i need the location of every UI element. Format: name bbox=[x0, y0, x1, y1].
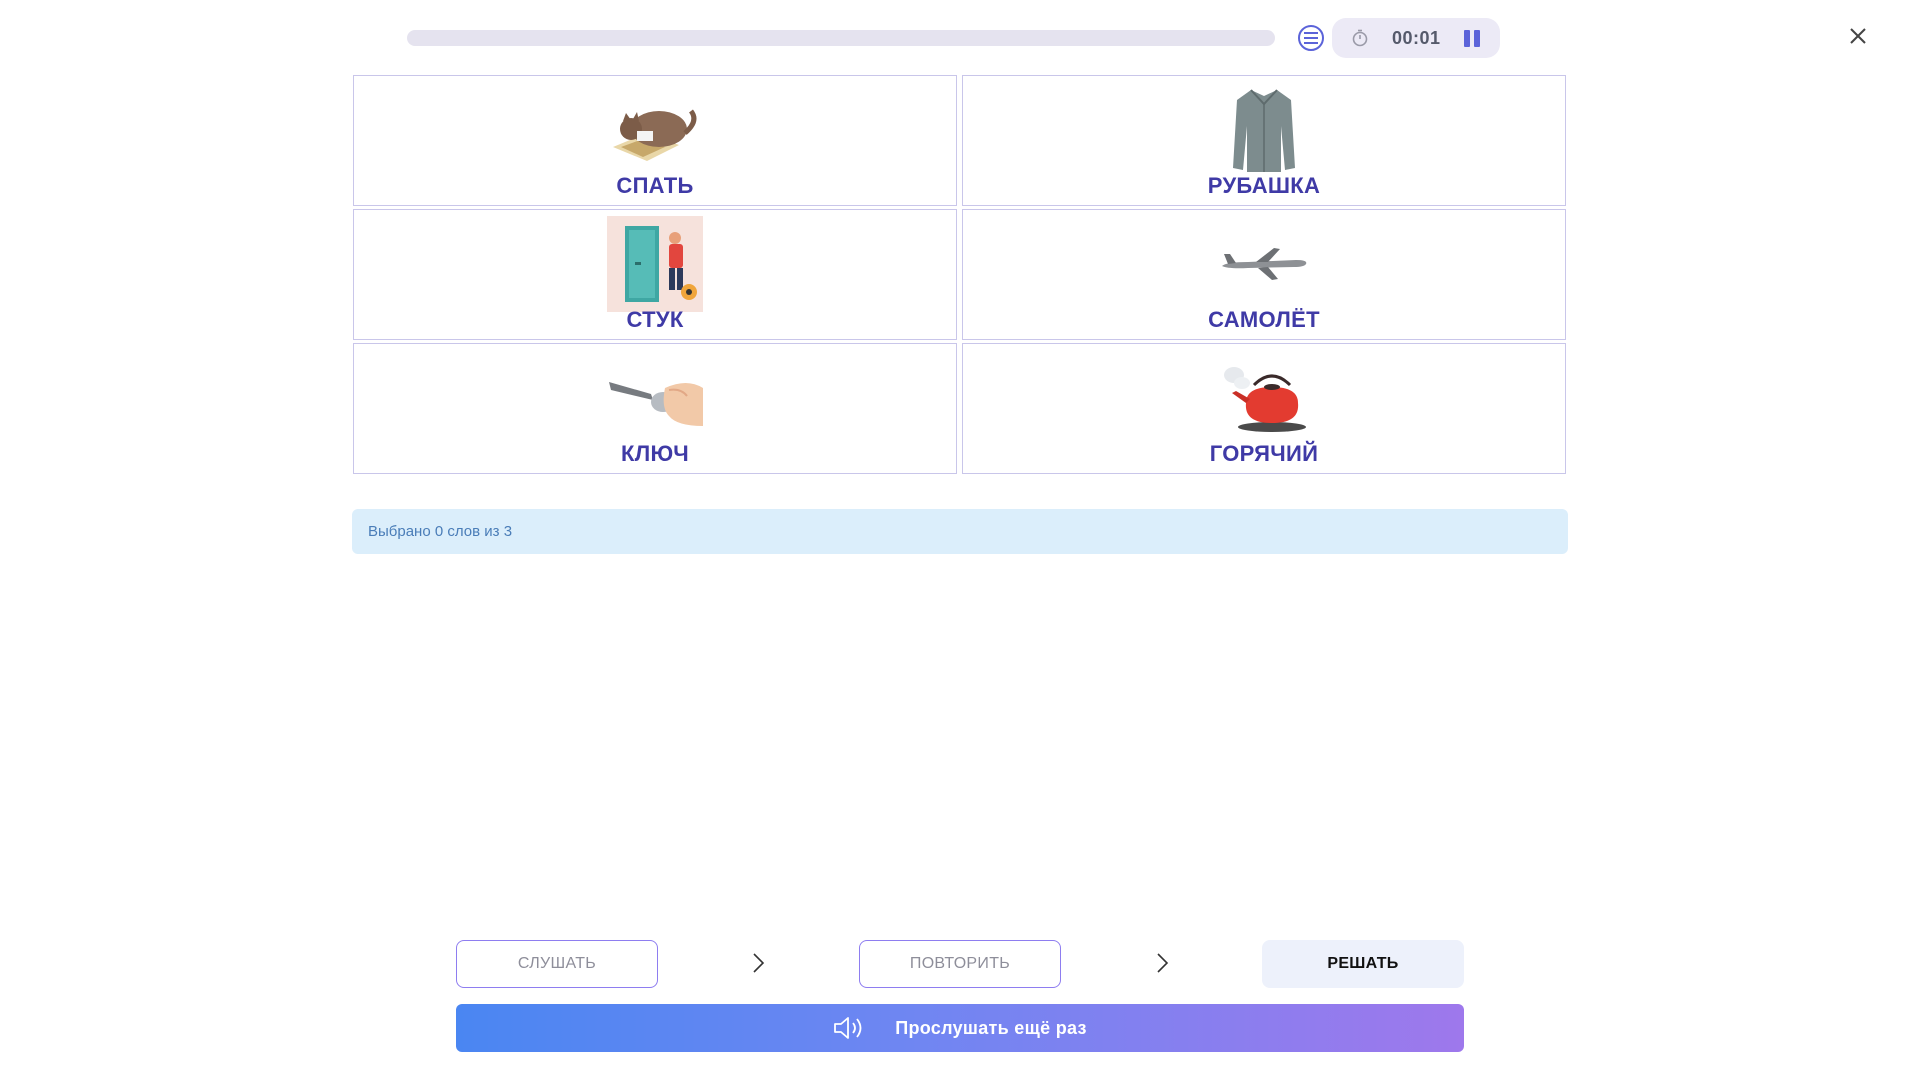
progress-bar bbox=[407, 30, 1275, 46]
listen-again-label: Прослушать ещё раз bbox=[895, 1017, 1087, 1038]
chevron-right-icon bbox=[753, 953, 765, 973]
word-card[interactable]: КЛЮЧ bbox=[353, 343, 957, 474]
key-image bbox=[607, 350, 703, 446]
word-card[interactable]: РУБАШКА bbox=[962, 75, 1566, 206]
close-button[interactable] bbox=[1846, 24, 1870, 48]
repeat-step-button[interactable]: ПОВТОРИТЬ bbox=[859, 940, 1061, 988]
solve-step-button[interactable]: РЕШАТЬ bbox=[1262, 940, 1464, 988]
word-label: РУБАШКА bbox=[1207, 173, 1321, 198]
airplane-image bbox=[1216, 216, 1312, 312]
list-icon bbox=[1304, 32, 1318, 44]
pause-icon bbox=[1463, 29, 1470, 47]
word-cards-grid: СПАТЬ РУБАШКА СТУК САМОЛЁТ КЛЮЧ ГОРЯЧИЙ bbox=[353, 75, 1567, 474]
word-card[interactable]: ГОРЯЧИЙ bbox=[962, 343, 1566, 474]
word-card[interactable]: САМОЛЁТ bbox=[962, 209, 1566, 340]
word-label: САМОЛЁТ bbox=[1208, 307, 1320, 332]
timer: 00:01 bbox=[1332, 18, 1500, 58]
chevron-right-icon bbox=[1157, 953, 1169, 973]
listen-step-button[interactable]: СЛУШАТЬ bbox=[456, 940, 658, 988]
word-label: СПАТЬ bbox=[616, 173, 694, 198]
word-card[interactable]: СПАТЬ bbox=[353, 75, 957, 206]
close-icon bbox=[1850, 28, 1866, 44]
door-knock-image bbox=[607, 216, 703, 312]
shirt-image bbox=[1216, 82, 1312, 178]
word-label: ГОРЯЧИЙ bbox=[1209, 441, 1319, 466]
selection-info: Выбрано 0 слов из 3 bbox=[352, 509, 1568, 554]
stopwatch-icon bbox=[1350, 28, 1370, 48]
word-label: СТУК bbox=[626, 307, 684, 332]
word-card[interactable]: СТУК bbox=[353, 209, 957, 340]
word-list-button[interactable] bbox=[1298, 25, 1324, 51]
word-label: КЛЮЧ bbox=[621, 441, 689, 466]
listen-again-button[interactable]: Прослушать ещё раз bbox=[456, 1004, 1464, 1052]
pause-button[interactable] bbox=[1463, 29, 1481, 47]
timer-value: 00:01 bbox=[1392, 27, 1441, 48]
speaker-icon bbox=[834, 1017, 862, 1039]
hot-kettle-image bbox=[1216, 350, 1312, 446]
sleeping-cat-image bbox=[607, 82, 703, 178]
